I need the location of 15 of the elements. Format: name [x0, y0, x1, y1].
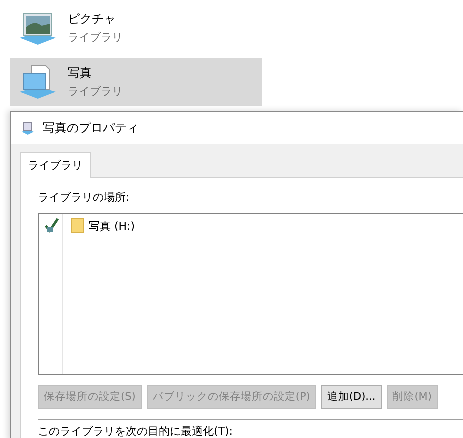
library-name: ピクチャ	[68, 11, 117, 28]
optimize-label: このライブラリを次の目的に最適化(T):	[38, 424, 234, 438]
library-name: 写真	[68, 65, 93, 82]
window-title: 写真のプロパティ	[43, 120, 139, 136]
location-name[interactable]: 写真 (H:)	[89, 218, 136, 234]
library-type: ライブラリ	[68, 84, 123, 99]
folder-icon	[71, 218, 85, 234]
locations-label: ライブラリの場所:	[38, 190, 131, 205]
library-item[interactable]: 写真 ライブラリ	[10, 58, 262, 106]
library-item[interactable]: ピクチャ ライブラリ	[10, 4, 262, 52]
documents-library-icon	[18, 64, 58, 100]
library-icon	[21, 121, 35, 135]
dialog-button[interactable]: 追加(D)...	[321, 385, 382, 409]
tab[interactable]: ライブラリ	[20, 152, 91, 178]
library-type: ライブラリ	[68, 30, 123, 45]
